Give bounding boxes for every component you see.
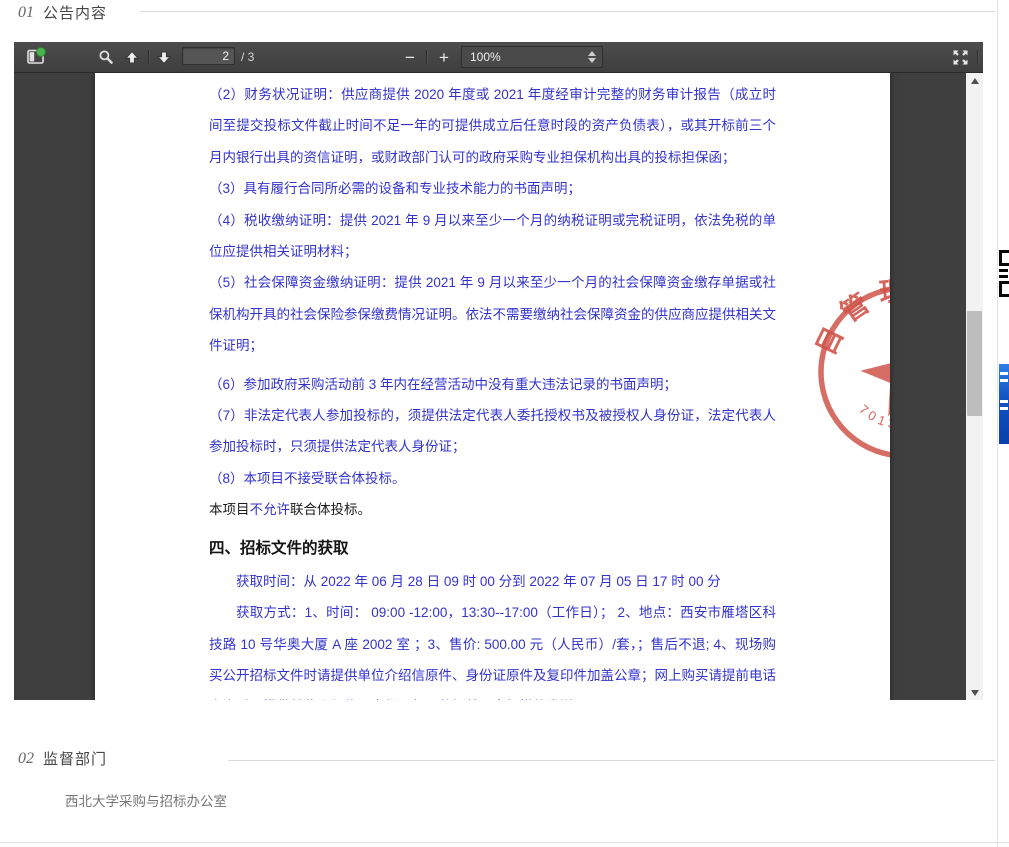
toolbar-separator bbox=[148, 50, 149, 64]
doc-paragraph: （7）非法定代表人参加投标的，须提供法定代表人委托授权书及被授权人身份证，法定代… bbox=[209, 400, 776, 463]
scroll-up-icon bbox=[971, 78, 979, 84]
sidebar-toggle-button[interactable] bbox=[24, 45, 48, 69]
mixed-blue-highlight: 不允许 bbox=[250, 502, 291, 517]
section-02-header: 02 监督部门 bbox=[18, 748, 107, 769]
glyph-fragment bbox=[1000, 379, 1008, 382]
pdf-page-text: （2）财务状况证明：供应商提供 2020 年度或 2021 年度经审计完整的财务… bbox=[95, 73, 890, 700]
glyph-fragment bbox=[999, 281, 1009, 297]
toolbar-separator bbox=[977, 50, 978, 64]
svg-text:7013904: 7013904 bbox=[854, 387, 890, 444]
glyph-fragment bbox=[1000, 400, 1008, 403]
search-icon bbox=[98, 49, 114, 65]
pdf-viewer-body: （2）财务状况证明：供应商提供 2020 年度或 2021 年度经审计完整的财务… bbox=[14, 73, 983, 700]
next-page-button[interactable] bbox=[152, 45, 176, 69]
section-01-rule bbox=[140, 11, 995, 12]
section-01-header: 01 公告内容 bbox=[18, 2, 107, 23]
toolbar-separator bbox=[426, 50, 427, 64]
pdf-viewer: / 3 − + 100% bbox=[14, 42, 983, 700]
doc-paragraph: （5）社会保障资金缴纳证明：提供 2021 年 9 月以来至少一个月的社会保障资… bbox=[209, 267, 776, 361]
content-right-border bbox=[997, 0, 998, 847]
pdf-toolbar: / 3 − + 100% bbox=[14, 42, 983, 73]
section-02-title: 监督部门 bbox=[43, 748, 107, 769]
stamp-serial-number: 7013904 bbox=[854, 387, 890, 444]
mixed-black-suffix: 联合体投标。 bbox=[290, 502, 371, 517]
section-01-number: 01 bbox=[18, 4, 34, 22]
pdf-scrollbar[interactable] bbox=[966, 73, 983, 700]
doc-paragraph: （8）本项目不接受联合体投标。 bbox=[209, 463, 776, 494]
scroll-up-button[interactable] bbox=[966, 73, 983, 88]
fullscreen-icon bbox=[952, 49, 969, 66]
section-02-rule bbox=[228, 760, 995, 761]
pdf-page: （2）财务状况证明：供应商提供 2020 年度或 2021 年度经审计完整的财务… bbox=[95, 73, 890, 700]
doc-paragraph: （2）财务状况证明：供应商提供 2020 年度或 2021 年度经审计完整的财务… bbox=[209, 79, 776, 173]
glyph-fragment bbox=[999, 275, 1008, 278]
section-01-title: 公告内容 bbox=[43, 2, 107, 23]
doc-paragraph: （6）参加政府采购活动前 3 年内在经营活动中没有重大违法记录的书面声明； bbox=[209, 369, 776, 400]
doc-section-heading: 四、招标文件的获取 bbox=[209, 534, 776, 564]
glyph-fragment bbox=[999, 250, 1009, 266]
scrollbar-thumb[interactable] bbox=[967, 311, 982, 416]
page-number-input[interactable] bbox=[182, 47, 235, 65]
zoom-scale-select[interactable]: 100% bbox=[461, 46, 603, 68]
scroll-down-button[interactable] bbox=[966, 685, 983, 700]
page-count-label: / 3 bbox=[241, 50, 254, 64]
mixed-black-prefix: 本项目 bbox=[209, 502, 250, 517]
glyph-fragment bbox=[999, 269, 1008, 272]
cutoff-side-widget-blue[interactable] bbox=[999, 364, 1009, 444]
next-page-icon bbox=[155, 49, 173, 66]
zoom-out-button[interactable]: − bbox=[398, 45, 422, 69]
doc-paragraph: 获取方式：1、时间： 09:00 -12:00，13:30--17:00（工作日… bbox=[209, 597, 776, 700]
scroll-down-icon bbox=[971, 690, 979, 696]
page-bottom-border bbox=[0, 842, 1009, 843]
fullscreen-button[interactable] bbox=[948, 45, 972, 69]
previous-page-button[interactable] bbox=[120, 45, 144, 69]
glyph-fragment bbox=[1000, 407, 1008, 410]
stamp-star bbox=[853, 320, 890, 420]
notification-dot bbox=[36, 47, 46, 57]
supervision-department: 西北大学采购与招标办公室 bbox=[65, 790, 227, 810]
doc-paragraph: （4）税收缴纳证明：提供 2021 年 9 月以来至少一个月的纳税证明或完税证明… bbox=[209, 205, 776, 268]
zoom-in-icon: + bbox=[439, 49, 449, 66]
cutoff-side-widget-dark[interactable] bbox=[999, 250, 1009, 312]
zoom-in-button[interactable]: + bbox=[432, 45, 456, 69]
doc-paragraph: （3）具有履行合同所必需的设备和专业技术能力的书面声明； bbox=[209, 173, 776, 204]
zoom-out-icon: − bbox=[405, 49, 415, 66]
previous-page-icon bbox=[123, 49, 141, 66]
search-button[interactable] bbox=[94, 45, 118, 69]
spinner-icon bbox=[588, 50, 597, 64]
doc-paragraph: 获取时间：从 2022 年 06 月 28 日 09 时 00 分到 2022 … bbox=[209, 566, 776, 597]
zoom-scale-value: 100% bbox=[470, 50, 501, 64]
section-02-number: 02 bbox=[18, 750, 34, 768]
glyph-fragment bbox=[1000, 372, 1008, 375]
doc-paragraph-mixed: 本项目不允许联合体投标。 bbox=[209, 494, 776, 525]
